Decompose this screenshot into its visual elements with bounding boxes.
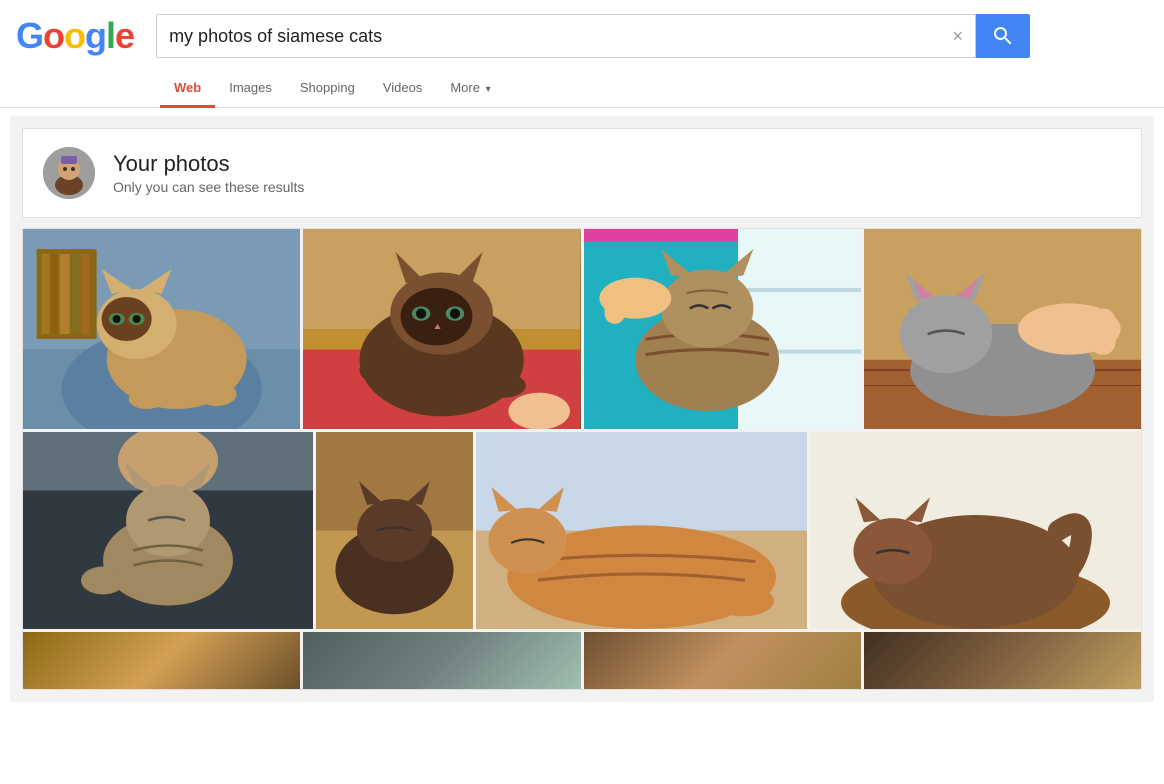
photo-row-2	[23, 429, 1141, 629]
tab-shopping[interactable]: Shopping	[286, 68, 369, 107]
photo-row-1	[23, 229, 1141, 429]
search-icon	[991, 24, 1015, 48]
photo-grid	[22, 228, 1142, 690]
tab-images[interactable]: Images	[215, 68, 286, 107]
photo-cell[interactable]	[23, 229, 300, 429]
photo-row-3	[23, 629, 1141, 689]
logo-letter-l: l	[106, 15, 115, 56]
results-area: Your photos Only you can see these resul…	[10, 116, 1154, 702]
photo-cell[interactable]	[861, 632, 1141, 689]
photo-cell[interactable]	[23, 432, 313, 629]
nav-tabs: Web Images Shopping Videos More ▾	[0, 68, 1164, 108]
clear-button[interactable]: ×	[941, 26, 976, 47]
your-photos-text: Your photos Only you can see these resul…	[113, 151, 304, 195]
search-input[interactable]	[157, 26, 940, 47]
header: Google ×	[0, 0, 1164, 68]
photo-cell[interactable]	[300, 632, 580, 689]
photo-cell[interactable]	[313, 432, 473, 629]
photo-cell[interactable]	[473, 432, 807, 629]
photo-cell[interactable]	[300, 229, 580, 429]
photo-cell[interactable]	[861, 229, 1141, 429]
photo-cell[interactable]	[581, 632, 861, 689]
search-button[interactable]	[976, 14, 1030, 58]
logo-letter-g: G	[16, 15, 43, 56]
chevron-down-icon: ▾	[486, 84, 491, 95]
logo-letter-e: e	[115, 15, 134, 56]
your-photos-subtitle: Only you can see these results	[113, 179, 304, 195]
photo-cell[interactable]	[581, 229, 861, 429]
search-bar: ×	[156, 14, 976, 58]
your-photos-card: Your photos Only you can see these resul…	[22, 128, 1142, 218]
tab-videos[interactable]: Videos	[369, 68, 437, 107]
photo-cell[interactable]	[23, 632, 300, 689]
tab-web[interactable]: Web	[160, 68, 215, 107]
logo-letter-g2: g	[85, 15, 106, 56]
logo-letter-o1: o	[43, 15, 64, 56]
your-photos-title: Your photos	[113, 151, 304, 177]
google-logo[interactable]: Google	[16, 15, 134, 57]
logo-letter-o2: o	[64, 15, 85, 56]
avatar-image	[43, 147, 95, 199]
tab-more[interactable]: More ▾	[436, 68, 504, 107]
photo-cell[interactable]	[807, 432, 1141, 629]
avatar	[43, 147, 95, 199]
